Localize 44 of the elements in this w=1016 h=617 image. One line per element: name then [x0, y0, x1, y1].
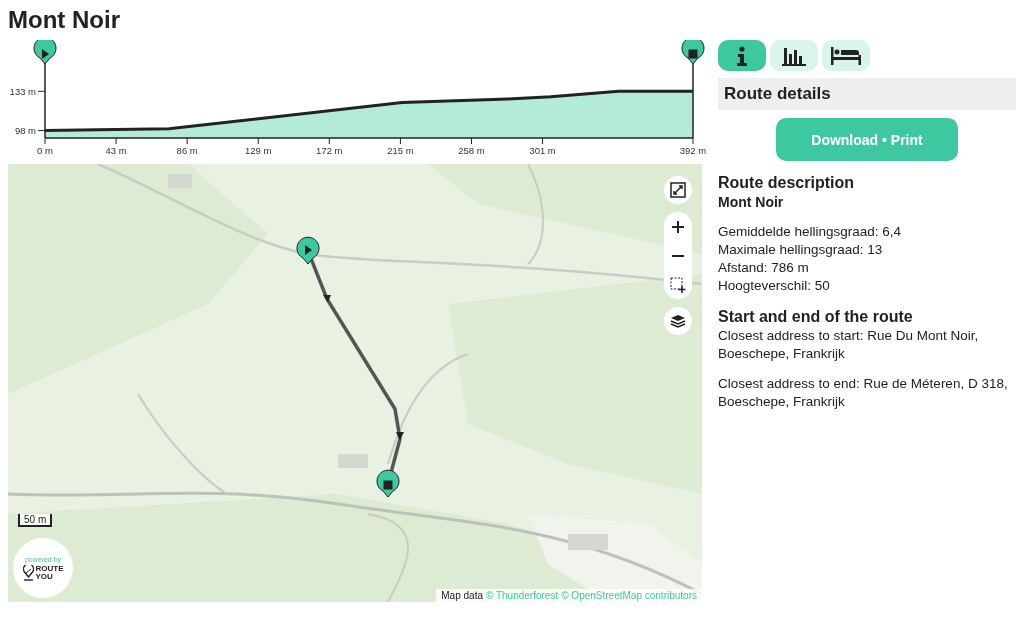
bar-chart-icon — [782, 45, 806, 66]
address-text: Closest address to start: Rue Du Mont Noir, Boeschepe, Frankrijk — [718, 327, 980, 363]
chart-tab[interactable] — [770, 40, 818, 71]
scale-bar: 50 m — [18, 514, 53, 527]
pin-icon — [22, 564, 34, 581]
section-header: Route details — [718, 78, 1016, 110]
x-tick-label: 86 m — [176, 145, 198, 156]
layers-icon — [670, 314, 686, 328]
download-button[interactable]: Download • Print — [776, 118, 958, 161]
logo-text: YOU — [35, 572, 54, 581]
plus-icon — [671, 219, 685, 234]
start-marker-icon — [33, 40, 57, 65]
attribution-link[interactable]: © Thunderforest — [486, 590, 559, 601]
route-title: Mont Noir — [8, 6, 121, 35]
logo-text: ROUTE — [35, 564, 64, 573]
y-tick-label: 133 m — [9, 85, 36, 97]
x-tick-label: 43 m — [105, 145, 127, 156]
attribution-link[interactable]: © OpenStreetMap contributors — [561, 590, 697, 601]
route-name: Mont Noir — [718, 193, 785, 211]
finish-marker-icon — [376, 469, 400, 498]
box-select-icon — [670, 276, 686, 293]
x-tick-label: 129 m — [245, 145, 272, 156]
expand-icon — [670, 182, 686, 198]
x-tick-label: 258 m — [458, 145, 485, 156]
route-stat: Afstand: 786 m — [718, 259, 810, 277]
route-stat: Maximale hellingsgraad: 13 — [718, 241, 884, 259]
route-stat: Hoogteverschil: 50 — [718, 277, 831, 295]
start-marker-icon — [296, 236, 320, 265]
info-icon — [736, 45, 748, 66]
x-tick-label: 301 m — [529, 145, 556, 156]
bed-tab[interactable] — [822, 40, 870, 71]
y-tick-label: 98 m — [14, 125, 36, 136]
section-heading: Start and end of the route — [718, 307, 914, 327]
address-text: Closest address to end: Rue de Méteren, D 318, Boeschepe, Frankrijk — [718, 375, 1009, 411]
bed-icon — [831, 46, 861, 65]
x-tick-label: 172 m — [316, 145, 343, 156]
attribution-text: Map data — [441, 590, 483, 601]
x-tick-label: 0 m — [37, 145, 53, 156]
x-tick-label: 215 m — [387, 145, 414, 156]
x-tick-label: 392 m — [679, 145, 707, 156]
section-heading: Route description — [718, 173, 855, 193]
info-tab[interactable] — [718, 40, 766, 71]
route-stat: Gemiddelde hellingsgraad: 6,4 — [718, 223, 903, 241]
minus-icon — [672, 254, 684, 257]
